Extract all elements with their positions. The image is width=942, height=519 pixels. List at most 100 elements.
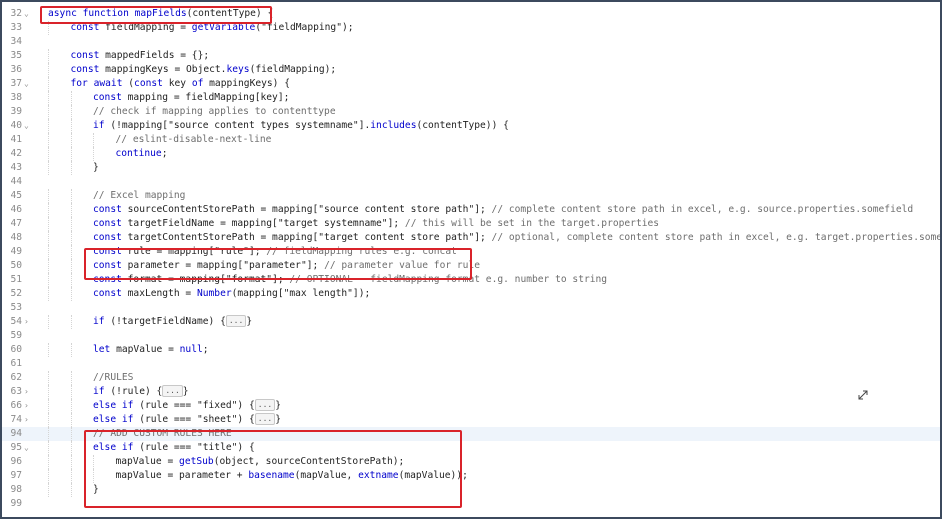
line-number: 62 (10, 372, 22, 383)
comment-token: // complete content store path in excel,… (491, 204, 914, 215)
code-line[interactable]: 94 // ADD CUSTOM RULES HERE (2, 427, 940, 441)
code-text[interactable]: mapValue = parameter + basename(mapValue… (116, 469, 941, 483)
code-line[interactable]: 49 const rule = mapping["rule"]; // field… (2, 245, 940, 259)
code-line[interactable]: 53 (2, 301, 940, 315)
code-text[interactable]: const mappedFields = {}; (71, 49, 941, 63)
function-token: extname (358, 470, 399, 481)
code-text[interactable]: const format = mapping["format"]; // OPT… (93, 273, 940, 287)
chevron-right-icon[interactable]: › (24, 413, 34, 427)
indent-guide (48, 203, 49, 217)
code-line[interactable]: 98} (2, 483, 940, 497)
chevron-right-icon[interactable]: › (24, 315, 34, 329)
code-line[interactable]: 62 //RULES (2, 371, 940, 385)
code-text[interactable]: const targetFieldName = mapping["target … (93, 217, 940, 231)
code-line[interactable]: 97 mapValue = parameter + basename(mapVal… (2, 469, 940, 483)
code-line[interactable]: 51 const format = mapping["format"]; // O… (2, 273, 940, 287)
code-line[interactable]: 46 const sourceContentStorePath = mapping… (2, 203, 940, 217)
code-text[interactable]: else if (rule === "fixed") {...} (93, 399, 940, 413)
code-line[interactable]: 59 (2, 329, 940, 343)
code-line[interactable]: 40 ⌄ if (!mapping["source content types sy… (2, 119, 940, 133)
code-line[interactable]: 37 ⌄ for await (const key of mappingKeys) … (2, 77, 940, 91)
folded-region-marker[interactable]: ... (254, 399, 276, 411)
code-text[interactable]: mapValue = getSub(object, sourceContentS… (116, 455, 941, 469)
code-text[interactable]: } (93, 161, 940, 175)
code-token: (contentType)) { (416, 120, 509, 131)
code-line[interactable]: 99 (2, 497, 940, 511)
chevron-down-icon[interactable]: ⌄ (24, 119, 34, 133)
code-line[interactable]: 34 (2, 35, 940, 49)
code-token: ]; (248, 246, 267, 257)
indent-guide (48, 315, 49, 329)
code-text[interactable]: const parameter = mapping["parameter"]; … (93, 259, 940, 273)
code-text[interactable]: const maxLength = Number(mapping["max le… (93, 287, 940, 301)
code-line[interactable]: 47 const targetFieldName = mapping["targe… (2, 217, 940, 231)
code-text[interactable]: // ADD CUSTOM RULES HERE (93, 427, 940, 441)
code-line[interactable]: 32 ⌄ async function mapFields(contentType)… (2, 7, 940, 21)
code-line[interactable]: 38 const mapping = fieldMapping[key]; (2, 91, 940, 105)
code-line[interactable]: 39 // check if mapping applies to content… (2, 105, 940, 119)
code-line[interactable]: 44 (2, 175, 940, 189)
comment-token: // this will be set in the target.proper… (404, 218, 660, 229)
code-line[interactable]: 96 mapValue = getSub(object, sourceConten… (2, 455, 940, 469)
code-line[interactable]: 60 let mapValue = null; (2, 343, 940, 357)
code-line[interactable]: 74 › else if (rule === "sheet") {...} (2, 413, 940, 427)
code-line[interactable]: 43} (2, 161, 940, 175)
chevron-down-icon[interactable]: ⌄ (24, 7, 34, 21)
code-line[interactable]: 54 › if (!targetFieldName) {...} (2, 315, 940, 329)
code-line[interactable]: 45 // Excel mapping (2, 189, 940, 203)
code-line[interactable]: 66 › else if (rule === "fixed") {...} (2, 399, 940, 413)
indent-guide (48, 427, 49, 441)
code-line[interactable]: 35 const mappedFields = {}; (2, 49, 940, 63)
code-line[interactable]: 50 const parameter = mapping["parameter"]… (2, 259, 940, 273)
comment-token: // eslint-disable-next-line (115, 134, 272, 145)
code-line[interactable]: 52 const maxLength = Number(mapping["max … (2, 287, 940, 301)
code-text[interactable]: // check if mapping applies to contentty… (93, 105, 940, 119)
code-text[interactable]: async function mapFields(contentType) { (48, 7, 940, 21)
code-text[interactable]: let mapValue = null; (93, 343, 940, 357)
line-number: 63 (10, 386, 22, 397)
folded-region-marker[interactable]: ... (162, 385, 183, 397)
folded-region-marker[interactable]: ... (225, 315, 247, 327)
code-text[interactable]: else if (rule === "sheet") {...} (93, 413, 940, 427)
code-text[interactable]: if (!targetFieldName) {...} (93, 315, 940, 329)
code-line[interactable]: 33 const fieldMapping = getVariable("fiel… (2, 21, 940, 35)
line-number: 34 (10, 36, 22, 47)
code-text[interactable]: } (93, 483, 940, 497)
code-text[interactable]: if (!mapping["source content types syste… (93, 119, 940, 133)
keyword-token: const (70, 22, 106, 33)
code-line[interactable]: 61 (2, 357, 940, 371)
indent-guide (70, 399, 72, 413)
code-line[interactable]: 63 › if (!rule) {...} (2, 385, 940, 399)
code-line[interactable]: 42 continue; (2, 147, 940, 161)
code-text[interactable]: else if (rule === "title") { (93, 441, 940, 455)
code-text[interactable]: const rule = mapping["rule"]; // fieldMa… (93, 245, 940, 259)
chevron-down-icon[interactable]: ⌄ (24, 441, 34, 455)
code-text[interactable]: const sourceContentStorePath = mapping["… (93, 203, 940, 217)
code-token: ]; (387, 218, 405, 229)
code-text[interactable]: for await (const key of mappingKeys) { (71, 77, 941, 91)
folded-region-marker[interactable]: ... (254, 413, 276, 425)
code-text[interactable]: const targetContentStorePath = mapping["… (93, 231, 940, 245)
code-token: (fieldMapping); (249, 64, 337, 75)
indent-guide (48, 441, 49, 455)
code-token: key (168, 78, 192, 89)
code-line[interactable]: 48 const targetContentStorePath = mapping… (2, 231, 940, 245)
line-number: 51 (10, 274, 22, 285)
code-text[interactable]: const fieldMapping = getVariable("fieldM… (71, 21, 941, 35)
code-token: (object, sourceContentStorePath); (213, 456, 405, 467)
code-text[interactable]: continue; (116, 147, 941, 161)
code-line[interactable]: 95 ⌄ else if (rule === "title") { (2, 441, 940, 455)
code-text[interactable]: const mapping = fieldMapping[key]; (93, 91, 940, 105)
chevron-down-icon[interactable]: ⌄ (24, 77, 34, 91)
chevron-right-icon[interactable]: › (24, 385, 34, 399)
chevron-right-icon[interactable]: › (24, 399, 34, 413)
keyword-token: for await (70, 78, 129, 89)
code-line[interactable]: 41 // eslint-disable-next-line (2, 133, 940, 147)
code-text[interactable]: //RULES (93, 371, 940, 385)
code-text[interactable]: if (!rule) {...} (93, 385, 940, 399)
keyword-token: null (179, 344, 203, 355)
code-text[interactable]: // eslint-disable-next-line (116, 133, 941, 147)
code-line[interactable]: 36 const mappingKeys = Object.keys(fieldM… (2, 63, 940, 77)
code-text[interactable]: const mappingKeys = Object.keys(fieldMap… (71, 63, 941, 77)
code-text[interactable]: // Excel mapping (93, 189, 940, 203)
